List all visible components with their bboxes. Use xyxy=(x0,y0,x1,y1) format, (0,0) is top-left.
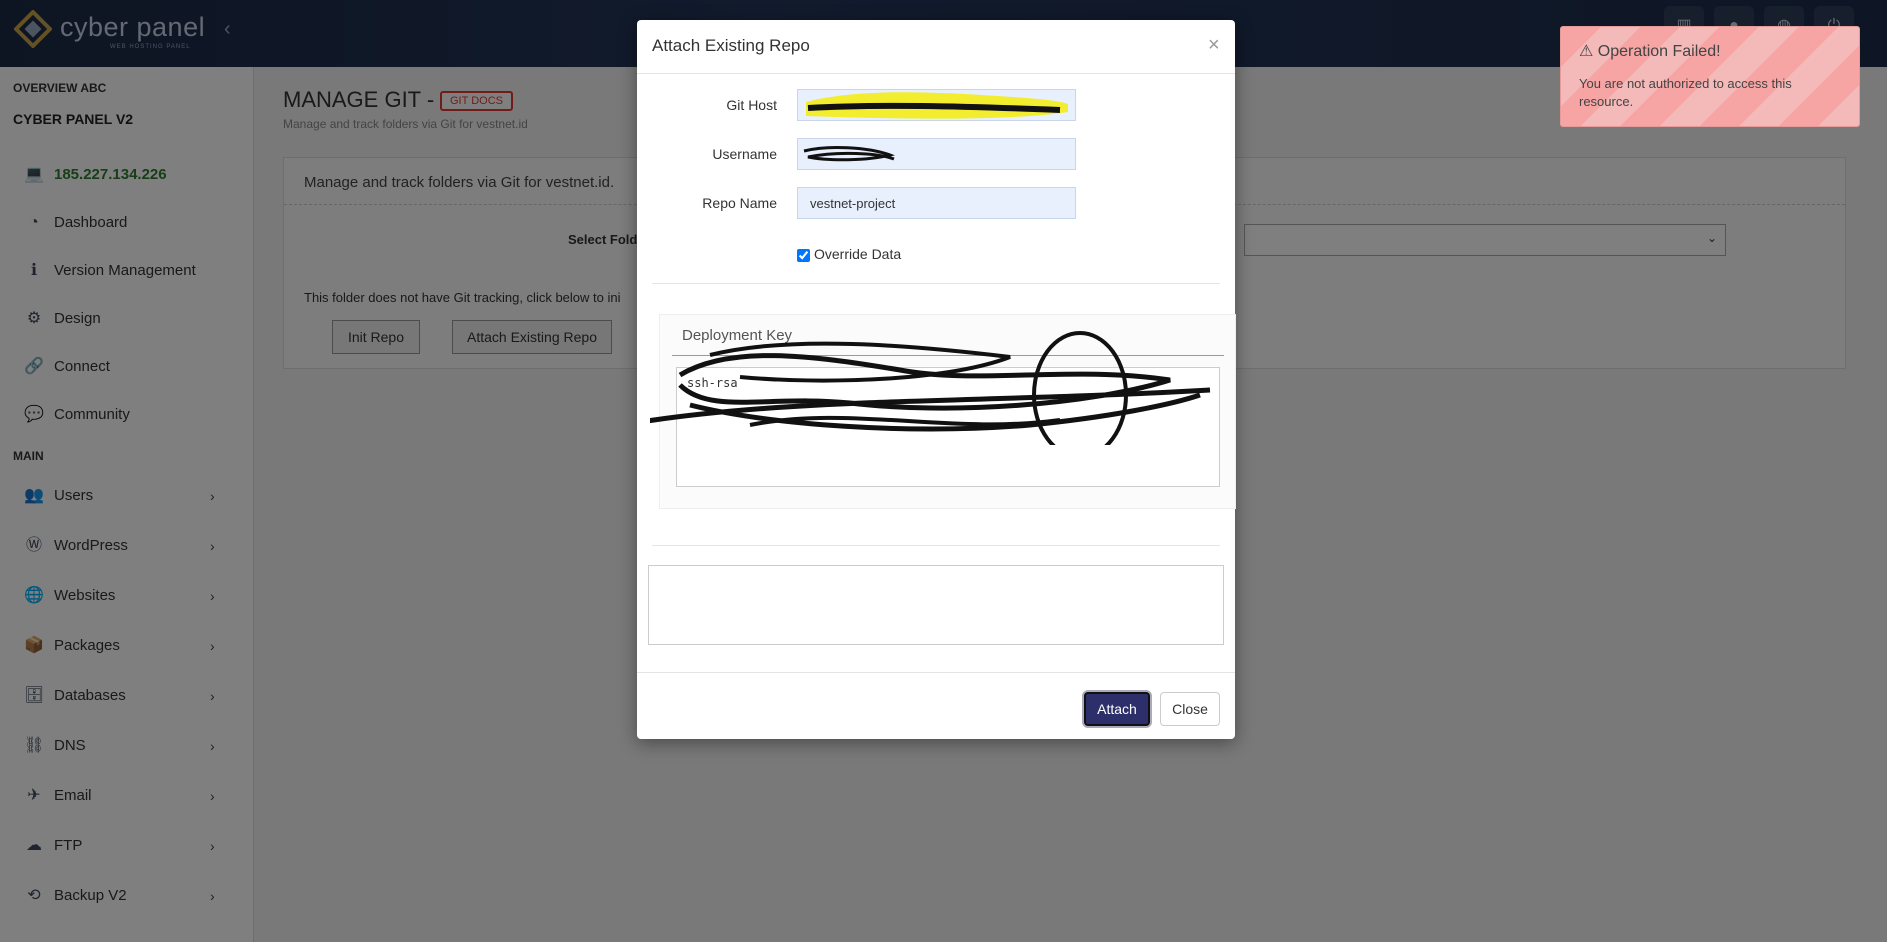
redaction-scribble xyxy=(650,331,1211,445)
toast-title: ⚠ Operation Failed! xyxy=(1579,41,1721,61)
username-label: Username xyxy=(712,146,777,162)
toast-title-text: Operation Failed! xyxy=(1597,43,1721,60)
warning-icon: ⚠ xyxy=(1579,43,1594,60)
error-toast[interactable]: ⚠ Operation Failed! You are not authoriz… xyxy=(1560,26,1860,127)
output-textarea[interactable] xyxy=(648,565,1224,645)
divider xyxy=(652,283,1220,284)
redaction-scribble xyxy=(803,146,895,162)
modal-footer xyxy=(637,672,1235,673)
repo-name-input[interactable]: vestnet-project xyxy=(797,187,1076,219)
redaction-mark xyxy=(806,92,1068,119)
deployment-key-section: Deployment Key ssh-rsa xyxy=(650,314,1236,509)
attach-button[interactable]: Attach xyxy=(1084,692,1150,726)
close-button[interactable]: Close xyxy=(1160,692,1220,726)
git-host-label: Git Host xyxy=(726,97,777,113)
override-data-checkbox[interactable]: Override Data xyxy=(797,246,901,262)
git-host-input[interactable] xyxy=(797,89,1076,121)
override-checkbox-input[interactable] xyxy=(797,248,810,262)
repo-name-label: Repo Name xyxy=(702,195,777,211)
close-icon[interactable]: × xyxy=(1208,34,1220,57)
divider xyxy=(652,545,1220,546)
attach-repo-modal: Attach Existing Repo × Git Host Username… xyxy=(637,20,1236,739)
override-label: Override Data xyxy=(814,246,902,262)
username-input[interactable] xyxy=(797,138,1076,170)
modal-header: Attach Existing Repo × xyxy=(637,20,1235,74)
modal-title: Attach Existing Repo xyxy=(652,36,810,55)
toast-message: You are not authorized to access this re… xyxy=(1579,76,1792,109)
